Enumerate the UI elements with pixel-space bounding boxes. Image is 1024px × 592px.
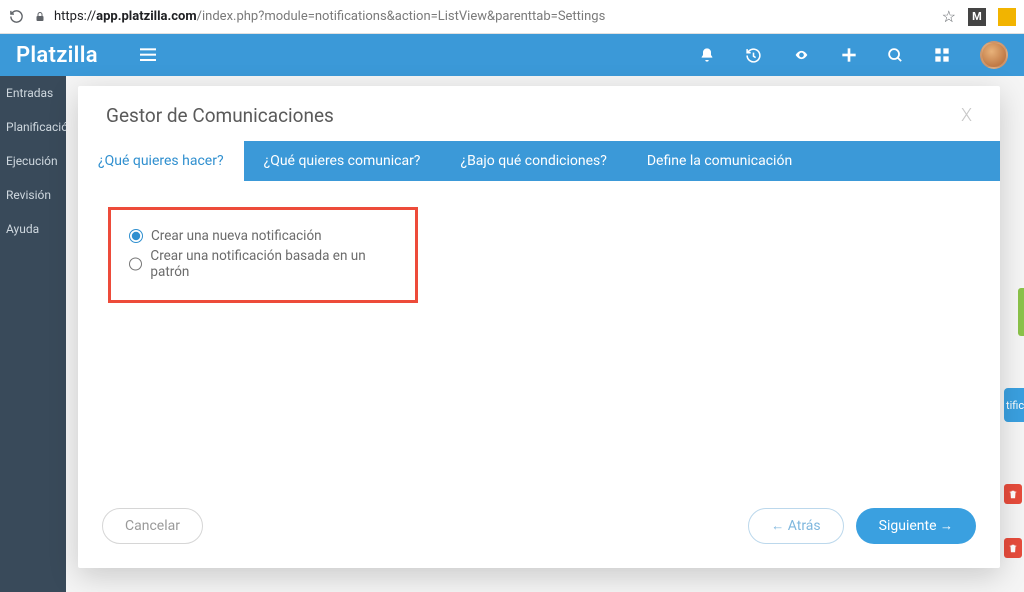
app-header: Platzilla <box>0 34 1024 76</box>
brand-logo[interactable]: Platzilla <box>16 43 98 68</box>
modal-header: Gestor de Comunicaciones X <box>78 86 1000 141</box>
sidebar-item-ayuda[interactable]: Ayuda <box>0 212 66 246</box>
trash-icon[interactable] <box>1004 538 1022 558</box>
communications-manager-modal: Gestor de Comunicaciones X ¿Qué quieres … <box>78 86 1000 568</box>
apps-grid-icon[interactable] <box>934 47 950 63</box>
next-button[interactable]: Siguiente → <box>856 508 976 544</box>
next-button-label: Siguiente <box>879 518 937 534</box>
cancel-button[interactable]: Cancelar <box>102 508 203 544</box>
trash-icon[interactable] <box>1004 484 1022 504</box>
url-field[interactable]: https://app.platzilla.com/index.php?modu… <box>34 9 932 24</box>
modal-body: Crear una nueva notificación Crear una n… <box>78 181 1000 490</box>
tab-que-quieres-hacer[interactable]: ¿Qué quieres hacer? <box>78 141 244 181</box>
bg-green-strip <box>1018 288 1024 336</box>
sidebar-item-entradas[interactable]: Entradas <box>0 76 66 110</box>
arrow-right-icon: → <box>940 519 953 534</box>
bookmark-star-icon[interactable]: ☆ <box>942 7 956 26</box>
eye-icon[interactable] <box>792 48 811 62</box>
lock-icon <box>34 11 46 23</box>
extension-y-icon[interactable] <box>998 8 1016 26</box>
sidebar-item-ejecucion[interactable]: Ejecución <box>0 144 66 178</box>
plus-icon[interactable] <box>841 47 857 63</box>
sidebar-item-revision[interactable]: Revisión <box>0 178 66 212</box>
back-button-label: Atrás <box>788 518 821 534</box>
bell-icon[interactable] <box>699 47 715 63</box>
radio-pattern-notification[interactable] <box>129 257 142 271</box>
bg-notification-chip[interactable]: tifica <box>1004 388 1024 422</box>
sidebar-item-planificacion[interactable]: Planificación <box>0 110 66 144</box>
modal-footer: Cancelar ← Atrás Siguiente → <box>78 490 1000 568</box>
extension-m-icon[interactable]: M <box>968 8 986 26</box>
modal-title: Gestor de Comunicaciones <box>106 104 334 127</box>
tab-que-quieres-comunicar[interactable]: ¿Qué quieres comunicar? <box>244 141 441 181</box>
reload-icon[interactable] <box>8 9 24 25</box>
background-content: tifica <box>1004 76 1024 592</box>
option-label: Crear una notificación basada en un patr… <box>150 248 397 280</box>
menu-hamburger-icon[interactable] <box>138 47 158 63</box>
tab-bajo-que-condiciones[interactable]: ¿Bajo qué condiciones? <box>440 141 626 181</box>
wizard-tabs: ¿Qué quieres hacer? ¿Qué quieres comunic… <box>78 141 1000 181</box>
option-pattern-notification[interactable]: Crear una notificación basada en un patr… <box>129 248 397 280</box>
browser-address-bar: https://app.platzilla.com/index.php?modu… <box>0 0 1024 34</box>
option-highlight-box: Crear una nueva notificación Crear una n… <box>108 207 418 303</box>
sidebar: Entradas Planificación Ejecución Revisió… <box>0 76 66 592</box>
option-new-notification[interactable]: Crear una nueva notificación <box>129 228 397 244</box>
arrow-left-icon: ← <box>771 519 784 534</box>
history-icon[interactable] <box>745 47 762 64</box>
url-text: https://app.platzilla.com/index.php?modu… <box>54 9 605 24</box>
option-label: Crear una nueva notificación <box>151 228 322 244</box>
search-icon[interactable] <box>887 47 904 64</box>
back-button[interactable]: ← Atrás <box>748 508 843 544</box>
radio-new-notification[interactable] <box>129 229 143 243</box>
avatar[interactable] <box>980 41 1008 69</box>
close-icon[interactable]: X <box>961 105 972 126</box>
tab-define-la-comunicacion[interactable]: Define la comunicación <box>627 141 812 181</box>
